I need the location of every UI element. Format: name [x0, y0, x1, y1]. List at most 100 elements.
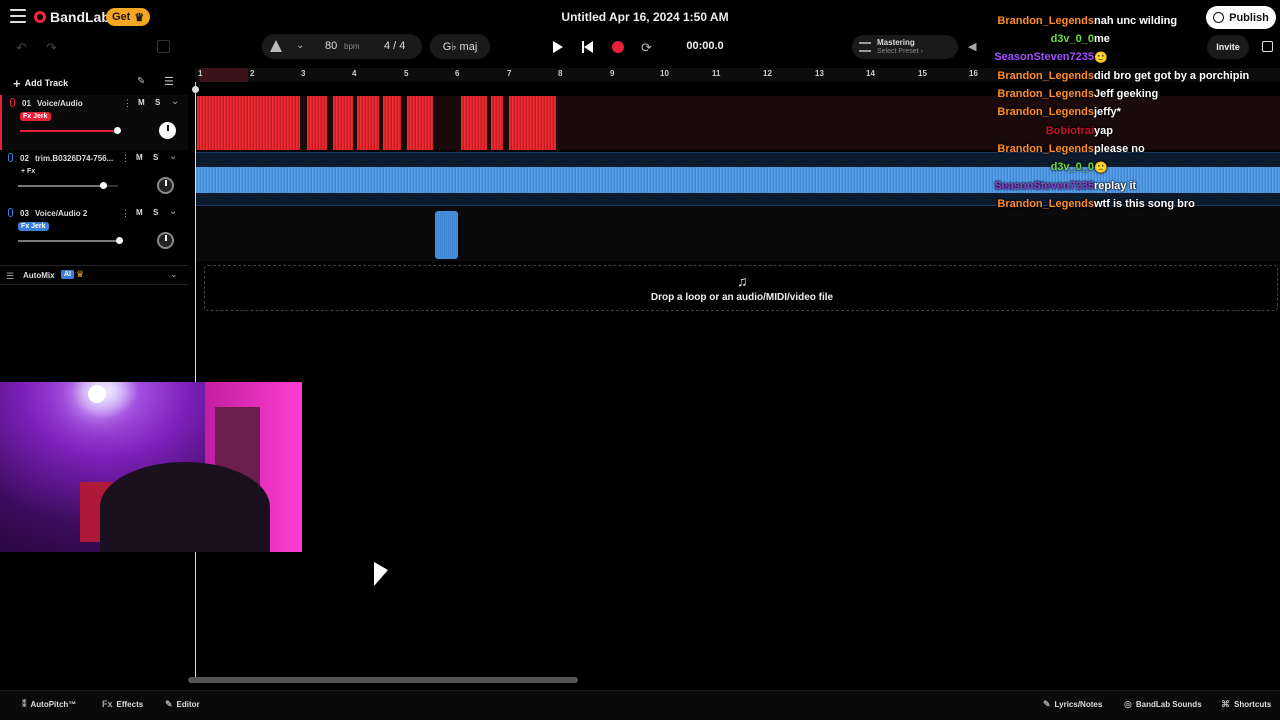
bar-label: 5 [404, 69, 409, 78]
bandlab-logo[interactable]: BandLab [34, 9, 110, 25]
rewind-button[interactable] [582, 41, 593, 53]
redo-icon[interactable]: ↷ [46, 40, 57, 56]
bar-label: 15 [918, 69, 927, 78]
add-fx-button[interactable]: + Fx [18, 167, 38, 176]
chat-text: did bro get got by a porchipin [1094, 70, 1250, 82]
bar-label: 7 [507, 69, 512, 78]
track-name[interactable]: Voice/Audio [37, 99, 119, 108]
more-icon[interactable]: ⋮ [123, 98, 132, 109]
sliders-icon: ☰ [6, 271, 15, 281]
more-icon[interactable]: ⋮ [121, 153, 130, 164]
fx-badge[interactable]: Fx Jerk [18, 222, 49, 231]
chevron-down-icon[interactable]: ⌄ [169, 206, 177, 217]
bar-label: 6 [455, 69, 460, 78]
audio-clip[interactable] [197, 96, 300, 150]
audio-clip[interactable] [435, 211, 458, 259]
audio-clip[interactable] [383, 96, 401, 150]
mute-button[interactable]: M [138, 98, 145, 107]
pan-knob[interactable] [157, 177, 174, 194]
chevron-down-icon[interactable]: ⌄ [170, 269, 178, 280]
solo-button[interactable]: S [155, 98, 160, 107]
track-header[interactable]: 03 Voice/Audio 2 ⋮ M S ⌄ Fx Jerk [0, 205, 188, 260]
bar-label: 11 [712, 69, 721, 78]
shortcuts-label: Shortcuts [1234, 700, 1272, 709]
bar-label: 3 [301, 69, 306, 78]
audio-clip[interactable] [307, 96, 327, 150]
key-selector[interactable]: G♭ maj [430, 34, 490, 59]
solo-button[interactable]: S [153, 153, 158, 162]
chat-message: Bobiotrai yap [980, 125, 1280, 141]
pencil-icon[interactable]: ✎ [137, 76, 145, 87]
chevron-down-icon[interactable]: ⌄ [296, 40, 304, 51]
effects-button[interactable]: Fx Effects [102, 699, 143, 709]
add-track-button[interactable]: + Add Track [7, 74, 74, 92]
chat-message: d3v_0_0 🙁 [980, 161, 1280, 177]
chat-message: d3v_0_0 me [980, 33, 1280, 49]
audio-clip[interactable] [491, 96, 503, 150]
view-toggle-icon[interactable] [157, 40, 170, 53]
solo-button[interactable]: S [153, 208, 158, 217]
drop-zone[interactable]: ♫ Drop a loop or an audio/MIDI/video fil… [204, 265, 1278, 311]
record-button[interactable] [612, 41, 624, 53]
bpm-value[interactable]: 80 [325, 40, 337, 52]
play-button[interactable] [553, 41, 563, 53]
pan-knob[interactable] [159, 122, 176, 139]
autopitch-button[interactable]: ⁑ AutoPitch™ [22, 699, 76, 710]
add-track-label: Add Track [24, 78, 69, 88]
mic-icon [8, 208, 13, 217]
track-name[interactable]: trim.B0326D74-756... [35, 154, 117, 163]
mute-button[interactable]: M [136, 153, 143, 162]
chat-message: Brandon_Legends wtf is this song bro [980, 198, 1280, 214]
menu-icon[interactable] [10, 9, 26, 23]
track-lane[interactable] [195, 207, 1280, 261]
automix-row[interactable]: ☰ AutoMix AI ♛ ⌄ [0, 265, 188, 285]
volume-slider[interactable] [18, 237, 123, 244]
bar-label: 13 [815, 69, 824, 78]
undo-icon[interactable]: ↶ [16, 40, 27, 56]
crown-icon: ♛ [134, 11, 145, 24]
track-number: 01 [22, 99, 31, 108]
bar-label: 8 [558, 69, 563, 78]
loop-icon[interactable]: ⟳ [641, 40, 652, 56]
mute-button[interactable]: M [136, 208, 143, 217]
track-lane[interactable] [195, 96, 1280, 150]
mic-icon [8, 153, 13, 162]
project-title[interactable]: Untitled Apr 16, 2024 1:50 AM [560, 10, 730, 24]
horizontal-scrollbar[interactable] [188, 677, 578, 683]
volume-slider[interactable] [20, 127, 121, 134]
automix-label: AutoMix [23, 271, 55, 280]
bar-label: 14 [866, 69, 875, 78]
more-icon[interactable]: ⋮ [121, 208, 130, 219]
fx-badge[interactable]: Fx Jerk [20, 112, 51, 121]
track-header[interactable]: 02 trim.B0326D74-756... ⋮ M S ⌄ + Fx [0, 150, 188, 205]
audio-clip[interactable] [509, 96, 556, 150]
get-membership-button[interactable]: Get ♛ [106, 8, 151, 26]
chat-text: Jeff geeking [1094, 88, 1159, 100]
audio-clip[interactable] [461, 96, 487, 150]
loop-region[interactable] [200, 68, 248, 82]
time-signature[interactable]: 4 / 4 [384, 40, 405, 52]
metronome-icon[interactable] [270, 40, 282, 52]
audio-clip[interactable] [333, 96, 353, 150]
audio-clip[interactable] [407, 96, 433, 150]
chevron-down-icon[interactable]: ⌄ [169, 151, 177, 162]
chat-username: Brandon_Legends [997, 88, 1094, 100]
shortcuts-button[interactable]: ⌘ Shortcuts [1221, 699, 1271, 710]
speaker-icon[interactable]: ◀ [968, 40, 976, 53]
track-header[interactable]: 01 Voice/Audio ⋮ M S ⌄ Fx Jerk [0, 95, 188, 150]
chat-username: d3v_0_0 [1050, 33, 1094, 45]
bar-label: 10 [660, 69, 669, 78]
bandlab-sounds-button[interactable]: ◎ BandLab Sounds [1124, 699, 1202, 710]
track-name[interactable]: Voice/Audio 2 [35, 209, 117, 218]
track-settings-icon[interactable]: ☰ [164, 75, 174, 88]
chat-username: Brandon_Legends [997, 143, 1094, 155]
audio-clip[interactable] [357, 96, 379, 150]
ai-badge: AI [61, 270, 74, 279]
chevron-down-icon[interactable]: ⌄ [171, 96, 179, 107]
chat-text: replay it [1094, 180, 1137, 192]
lyrics-notes-button[interactable]: ✎ Lyrics/Notes [1043, 699, 1102, 710]
timecode: 00:00.0 [686, 40, 724, 52]
volume-slider[interactable] [18, 182, 118, 189]
pan-knob[interactable] [157, 232, 174, 249]
editor-button[interactable]: ✎ Editor [165, 699, 200, 710]
